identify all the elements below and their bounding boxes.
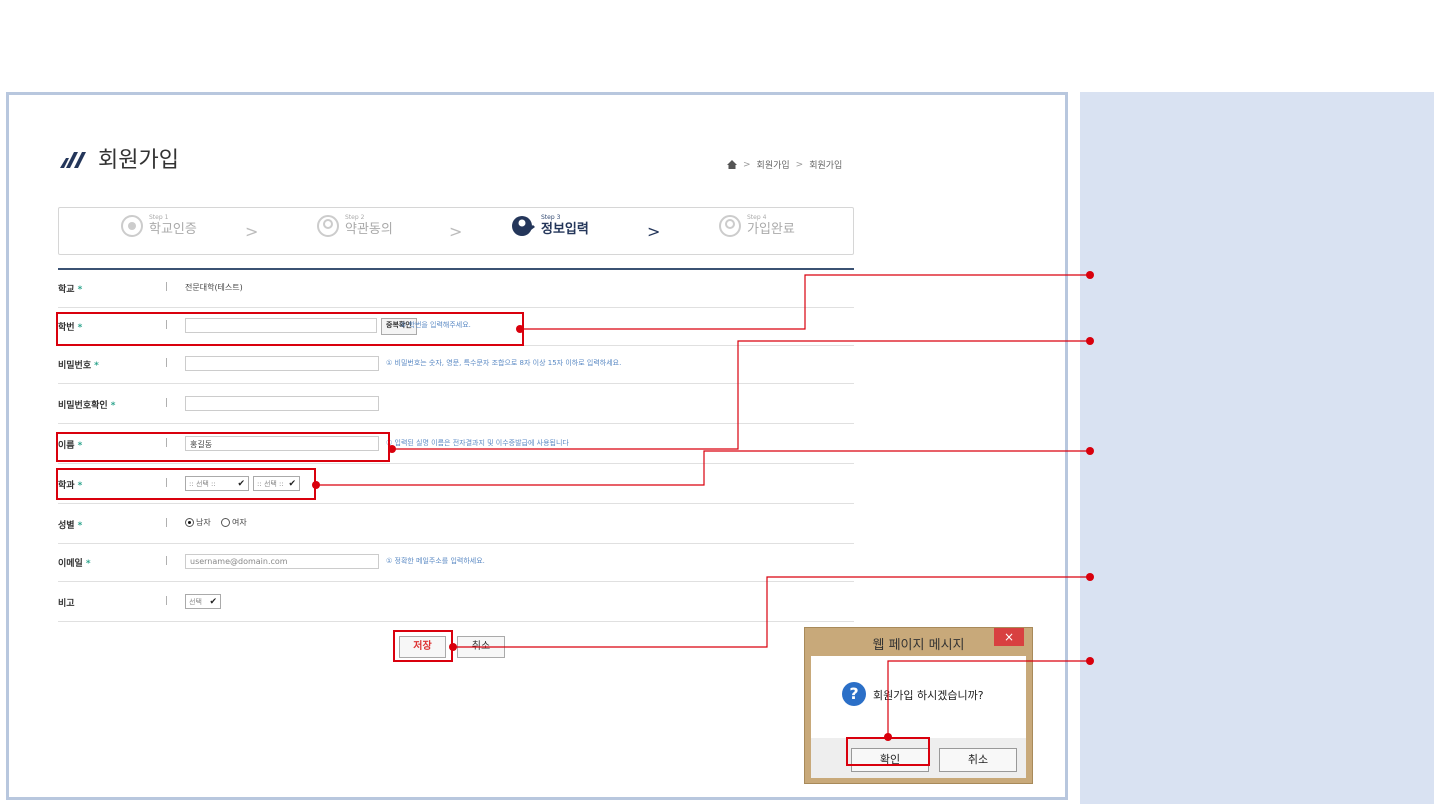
breadcrumb-separator-icon: > [795, 159, 804, 170]
annotation-panel [1080, 92, 1434, 804]
school-label: 학교 * [58, 285, 83, 295]
school-value: 전문대학(테스트) [185, 283, 243, 292]
password-hint: ① 비밀번호는 숫자, 영문, 특수문자 조합으로 8자 이상 15자 이하로 … [386, 359, 622, 367]
step-1-number: Step 1 [149, 214, 169, 221]
title-logo-icon [60, 152, 86, 168]
step-4-number: Step 4 [747, 214, 767, 221]
row-gender: 성별 * | 남자 여자 [58, 506, 854, 544]
gender-label: 성별 * [58, 521, 83, 531]
step-2: Step 2 약관동의 [317, 214, 393, 238]
step-3: Step 3 정보입력 [511, 214, 589, 238]
divider: | [165, 518, 169, 528]
divider: | [165, 398, 169, 408]
email-input[interactable]: username@domain.com [185, 554, 379, 569]
step-1: Step 1 학교인증 [121, 214, 197, 238]
row-note: 비고 | 선택 ✔ [58, 584, 854, 622]
highlight-student-id [56, 312, 524, 346]
cancel-button[interactable]: 취소 [457, 636, 505, 658]
close-icon[interactable]: × [994, 628, 1024, 646]
dialog-message: 회원가입 하시겠습니까? [873, 689, 984, 702]
step-2-number: Step 2 [345, 214, 365, 221]
gender-male-radio[interactable]: 남자 [185, 517, 211, 528]
note-label: 비고 [58, 599, 75, 609]
highlight-name [56, 432, 390, 462]
password-input[interactable] [185, 356, 379, 371]
breadcrumb-item[interactable]: 회원가입 [757, 158, 790, 171]
chevron-down-icon: ✔ [209, 596, 217, 607]
row-email: 이메일 * | username@domain.com ① 정확한 메일주소를 입… [58, 544, 854, 582]
step-3-icon [512, 216, 535, 236]
row-password: 비밀번호 * | ① 비밀번호는 숫자, 영문, 특수문자 조합으로 8자 이상 … [58, 346, 854, 384]
step-4: Step 4 가입완료 [719, 214, 795, 238]
email-hint: ① 정확한 메일주소를 입력하세요. [386, 557, 485, 565]
gender-female-radio[interactable]: 여자 [221, 517, 247, 528]
step-indicator: Step 1 학교인증 > Step 2 약관동의 > Step 3 정보입력 > S… [58, 207, 854, 255]
step-4-icon [719, 215, 741, 237]
home-icon[interactable] [727, 160, 737, 169]
step-3-name: 정보입력 [541, 222, 589, 237]
breadcrumb: > 회원가입 > 회원가입 [727, 158, 842, 171]
step-arrow-icon: > [647, 222, 661, 241]
step-4-name: 가입완료 [747, 222, 795, 237]
divider: | [165, 556, 169, 566]
password-label: 비밀번호 * [58, 361, 99, 371]
password-confirm-input[interactable] [185, 396, 379, 411]
step-2-icon [317, 215, 339, 237]
name-hint: ① 입력된 실명 이름은 전자결과지 및 이수증발급에 사용됩니다 [386, 439, 569, 447]
dialog-body: ? 회원가입 하시겠습니까? [811, 656, 1026, 738]
email-label: 이메일 * [58, 559, 91, 569]
dialog-cancel-button[interactable]: 취소 [939, 748, 1017, 772]
step-2-name: 약관동의 [345, 222, 393, 237]
divider: | [165, 596, 169, 606]
divider: | [165, 282, 169, 292]
highlight-save [393, 630, 453, 662]
note-select[interactable]: 선택 ✔ [185, 594, 221, 609]
step-arrow-icon: > [449, 222, 463, 241]
step-arrow-icon: > [245, 222, 259, 241]
question-icon: ? [842, 682, 866, 706]
step-3-number: Step 3 [541, 214, 561, 221]
highlight-dialog-ok [846, 737, 930, 766]
step-1-name: 학교인증 [149, 222, 197, 237]
highlight-department [56, 468, 316, 500]
breadcrumb-item-current: 회원가입 [809, 161, 843, 171]
divider: | [165, 358, 169, 368]
row-school: 학교 * | 전문대학(테스트) [58, 270, 854, 308]
row-password-confirm: 비밀번호확인 * | [58, 386, 854, 424]
page-title: 회원가입 [98, 148, 179, 173]
password-confirm-label: 비밀번호확인 * [58, 401, 116, 411]
step-1-icon [121, 215, 143, 237]
breadcrumb-separator-icon: > [743, 159, 751, 170]
